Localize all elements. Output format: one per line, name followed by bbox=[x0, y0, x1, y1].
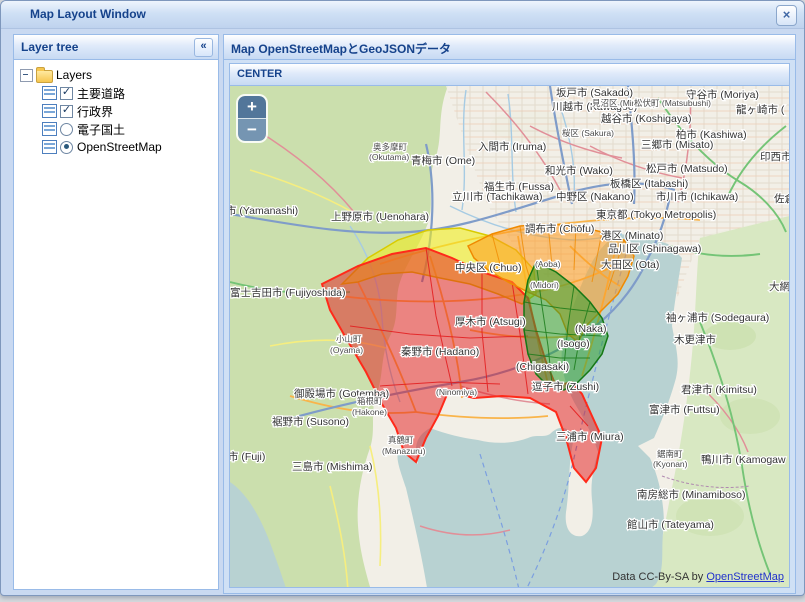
map-label: 逗子市 (Zushi) bbox=[532, 380, 599, 393]
window-title: Map Layout Window bbox=[30, 7, 146, 21]
map-label: (Kyonan) bbox=[653, 459, 688, 469]
map-label: 市 (Fuji) bbox=[230, 450, 265, 463]
map-label: 板橋区 (Itabashi) bbox=[610, 177, 688, 190]
map-label: (Ninomiya) bbox=[436, 387, 477, 397]
map-label: (Isogo) bbox=[557, 338, 590, 350]
map-label: 箱根町 bbox=[357, 396, 383, 406]
map-zoom-control: + − bbox=[236, 94, 268, 143]
layer-leaf-icon bbox=[42, 122, 57, 136]
tree-node-main-roads[interactable]: ✓ 主要道路 bbox=[20, 84, 218, 102]
map-label: (Manazuru) bbox=[382, 446, 426, 456]
map-label: 中央区 (Chuo) bbox=[455, 261, 522, 274]
center-region-header: CENTER bbox=[230, 64, 789, 86]
map-label: 鋸南町 bbox=[657, 449, 683, 459]
layer-leaf-icon bbox=[42, 140, 57, 154]
map-label: 秦野市 (Hadano) bbox=[401, 345, 479, 358]
map-label: 袖ヶ浦市 (Sodegaura) bbox=[666, 311, 769, 324]
map-label: 上野原市 (Uenohara) bbox=[331, 210, 429, 223]
map-label: 木更津市 bbox=[674, 333, 716, 346]
map-label: 龍ヶ崎市 ( bbox=[736, 103, 785, 116]
map-label: 奥多摩町 bbox=[373, 142, 408, 152]
map-label: 越谷市 (Koshigaya) bbox=[601, 112, 691, 125]
map-label: 厚木市 (Atsugi) bbox=[455, 315, 526, 328]
tree-node-layers[interactable]: Layers bbox=[20, 66, 218, 84]
map-label: (Hakone) bbox=[352, 407, 387, 417]
map-label: (Aoba) bbox=[535, 259, 561, 269]
map-label: 東京都 (Tokyo Metropolis) bbox=[596, 208, 716, 221]
map-label: 市川市 (Ichikawa) bbox=[656, 190, 738, 203]
map-label: (Oyama) bbox=[330, 345, 363, 355]
map-label: 品川区 (Shinagawa) bbox=[608, 243, 701, 255]
tree-node-label[interactable]: 主要道路 bbox=[77, 85, 125, 102]
center-region-title: CENTER bbox=[237, 68, 282, 80]
map-label: 市 (Yamanashi) bbox=[230, 204, 298, 217]
zoom-out-button[interactable]: − bbox=[238, 119, 266, 141]
map-label: 松戸市 (Matsudo) bbox=[646, 162, 728, 175]
map-label: 大田区 (Ota) bbox=[601, 258, 659, 271]
layer-radio[interactable] bbox=[60, 123, 73, 136]
layer-leaf-icon bbox=[42, 104, 57, 118]
map-label: 三島市 (Mishima) bbox=[292, 460, 373, 473]
map-label: 富士吉田市 (Fujiyoshida) bbox=[230, 286, 346, 299]
layer-checkbox[interactable]: ✓ bbox=[60, 87, 73, 100]
map-label: 佐倉 bbox=[774, 192, 789, 205]
map-label: 三浦市 (Miura) bbox=[556, 430, 624, 443]
tree-node-label[interactable]: 電子国土 bbox=[77, 121, 125, 138]
map-label: 真鶴町 bbox=[388, 435, 414, 445]
collapse-panel-icon[interactable]: « bbox=[194, 38, 213, 57]
map-label: 小山町 bbox=[336, 334, 362, 344]
map-label: 福生市 (Fussa) bbox=[484, 180, 554, 193]
map-label: 館山市 (Tateyama) bbox=[627, 518, 714, 531]
map-canvas: 坂戸市 (Sakado)川越市 (Kawagoe)見沼区 (Minuma)松伏町… bbox=[230, 86, 789, 587]
layer-tree-title: Layer tree bbox=[21, 40, 78, 54]
map-panel-title: Map OpenStreetMapとGeoJSONデータ bbox=[231, 40, 451, 57]
map-label: 桜区 (Sakura) bbox=[562, 128, 614, 138]
map-label: 守谷市 (Moriya) bbox=[686, 88, 759, 101]
window-titlebar[interactable]: Map Layout Window × bbox=[1, 1, 804, 29]
layer-leaf-icon bbox=[42, 86, 57, 100]
map-label: 調布市 (Chōfu) bbox=[525, 222, 594, 235]
layer-tree-panel: Layer tree « Layers ✓ 主要道路 ✓ 行政界 bbox=[13, 34, 219, 590]
center-region-panel: CENTER bbox=[229, 63, 790, 588]
tree-node-denshi-kokudo[interactable]: 電子国土 bbox=[20, 120, 218, 138]
map-panel: Map OpenStreetMapとGeoJSONデータ CENTER bbox=[223, 34, 796, 594]
layer-tree-header: Layer tree « bbox=[14, 35, 218, 60]
map-attribution: Data CC-By-SA by OpenStreetMap bbox=[612, 571, 784, 583]
close-icon[interactable]: × bbox=[776, 5, 797, 26]
folder-icon bbox=[36, 70, 53, 83]
map-panel-header: Map OpenStreetMapとGeoJSONデータ bbox=[224, 35, 795, 60]
map-label: 南房総市 (Minamiboso) bbox=[637, 488, 746, 501]
map-label: 青梅市 (Ome) bbox=[411, 154, 475, 167]
attribution-text: Data CC-By-SA by bbox=[612, 571, 706, 583]
map-label: 富津市 (Futtsu) bbox=[649, 403, 720, 416]
map-label: 中野区 (Nakano) bbox=[556, 190, 634, 203]
map-label: 印西市 bbox=[760, 150, 789, 163]
tree-node-label[interactable]: OpenStreetMap bbox=[77, 140, 162, 154]
tree-node-label: Layers bbox=[56, 68, 92, 82]
map-label: 入間市 (Iruma) bbox=[478, 140, 546, 153]
map-label: 裾野市 (Susono) bbox=[272, 415, 349, 428]
collapse-node-icon[interactable] bbox=[20, 69, 33, 82]
layer-tree: Layers ✓ 主要道路 ✓ 行政界 電子国土 OpenStreetMap bbox=[14, 60, 218, 156]
zoom-in-button[interactable]: + bbox=[238, 96, 266, 119]
openstreetmap-link[interactable]: OpenStreetMap bbox=[706, 571, 784, 583]
tree-node-openstreetmap[interactable]: OpenStreetMap bbox=[20, 138, 218, 156]
map-label: 鴨川市 (Kamogaw bbox=[701, 453, 786, 466]
map-label: (Naka) bbox=[575, 323, 607, 335]
map-layout-window: Map Layout Window × Layer tree « Layers … bbox=[0, 0, 805, 596]
layer-radio[interactable] bbox=[60, 141, 73, 154]
layer-checkbox[interactable]: ✓ bbox=[60, 105, 73, 118]
map-label: (Chigasaki) bbox=[516, 361, 569, 373]
tree-node-label[interactable]: 行政界 bbox=[77, 103, 113, 120]
map-label: 君津市 (Kimitsu) bbox=[681, 383, 757, 396]
map-label: 三郷市 (Misato) bbox=[641, 138, 713, 151]
map-label: (Midori) bbox=[530, 280, 559, 290]
map-label: 港区 (Minato) bbox=[601, 230, 663, 242]
map-label: 大網 bbox=[769, 280, 789, 293]
map-label: (Okutama) bbox=[369, 152, 409, 162]
map-label: 和光市 (Wako) bbox=[545, 164, 613, 177]
tree-node-admin-borders[interactable]: ✓ 行政界 bbox=[20, 102, 218, 120]
map-viewport[interactable]: 坂戸市 (Sakado)川越市 (Kawagoe)見沼区 (Minuma)松伏町… bbox=[230, 86, 789, 587]
